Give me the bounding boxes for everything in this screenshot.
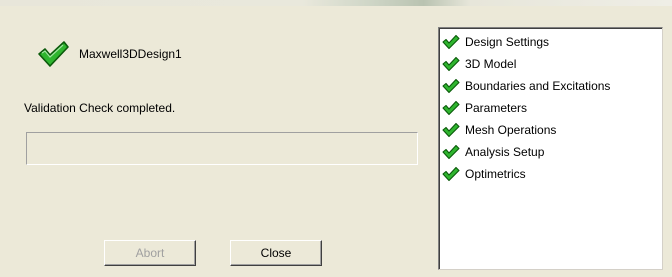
validation-step-list: Design Settings 3D Model Boundaries and … [438,27,663,270]
green-check-icon [442,144,460,160]
green-check-icon [442,166,460,182]
step-label: Optimetrics [465,167,526,181]
step-label: Parameters [465,101,528,115]
validation-check-dialog: Maxwell3DDesign1 Validation Check comple… [0,0,672,277]
green-check-icon [442,56,460,72]
close-button[interactable]: Close [230,240,322,266]
status-message: Validation Check completed. [24,101,176,115]
step-label: Analysis Setup [465,145,545,159]
list-item: Boundaries and Excitations [439,75,662,97]
design-status-row: Maxwell3DDesign1 [36,39,182,69]
green-check-icon [38,41,69,67]
step-label: Mesh Operations [465,123,557,137]
list-item: Analysis Setup [439,141,662,163]
green-check-icon [442,78,460,94]
abort-button[interactable]: Abort [104,240,196,266]
step-label: 3D Model [465,57,517,71]
list-item: 3D Model [439,53,662,75]
green-check-icon [442,122,460,138]
step-label: Design Settings [465,35,550,49]
green-check-icon [442,34,460,50]
list-item: Optimetrics [439,163,662,185]
list-item: Design Settings [439,31,662,53]
step-label: Boundaries and Excitations [465,79,611,93]
title-bar-edge [0,0,672,6]
list-item: Mesh Operations [439,119,662,141]
progress-bar [26,132,418,165]
design-name: Maxwell3DDesign1 [79,47,182,61]
list-item: Parameters [439,97,662,119]
green-check-icon [442,100,460,116]
